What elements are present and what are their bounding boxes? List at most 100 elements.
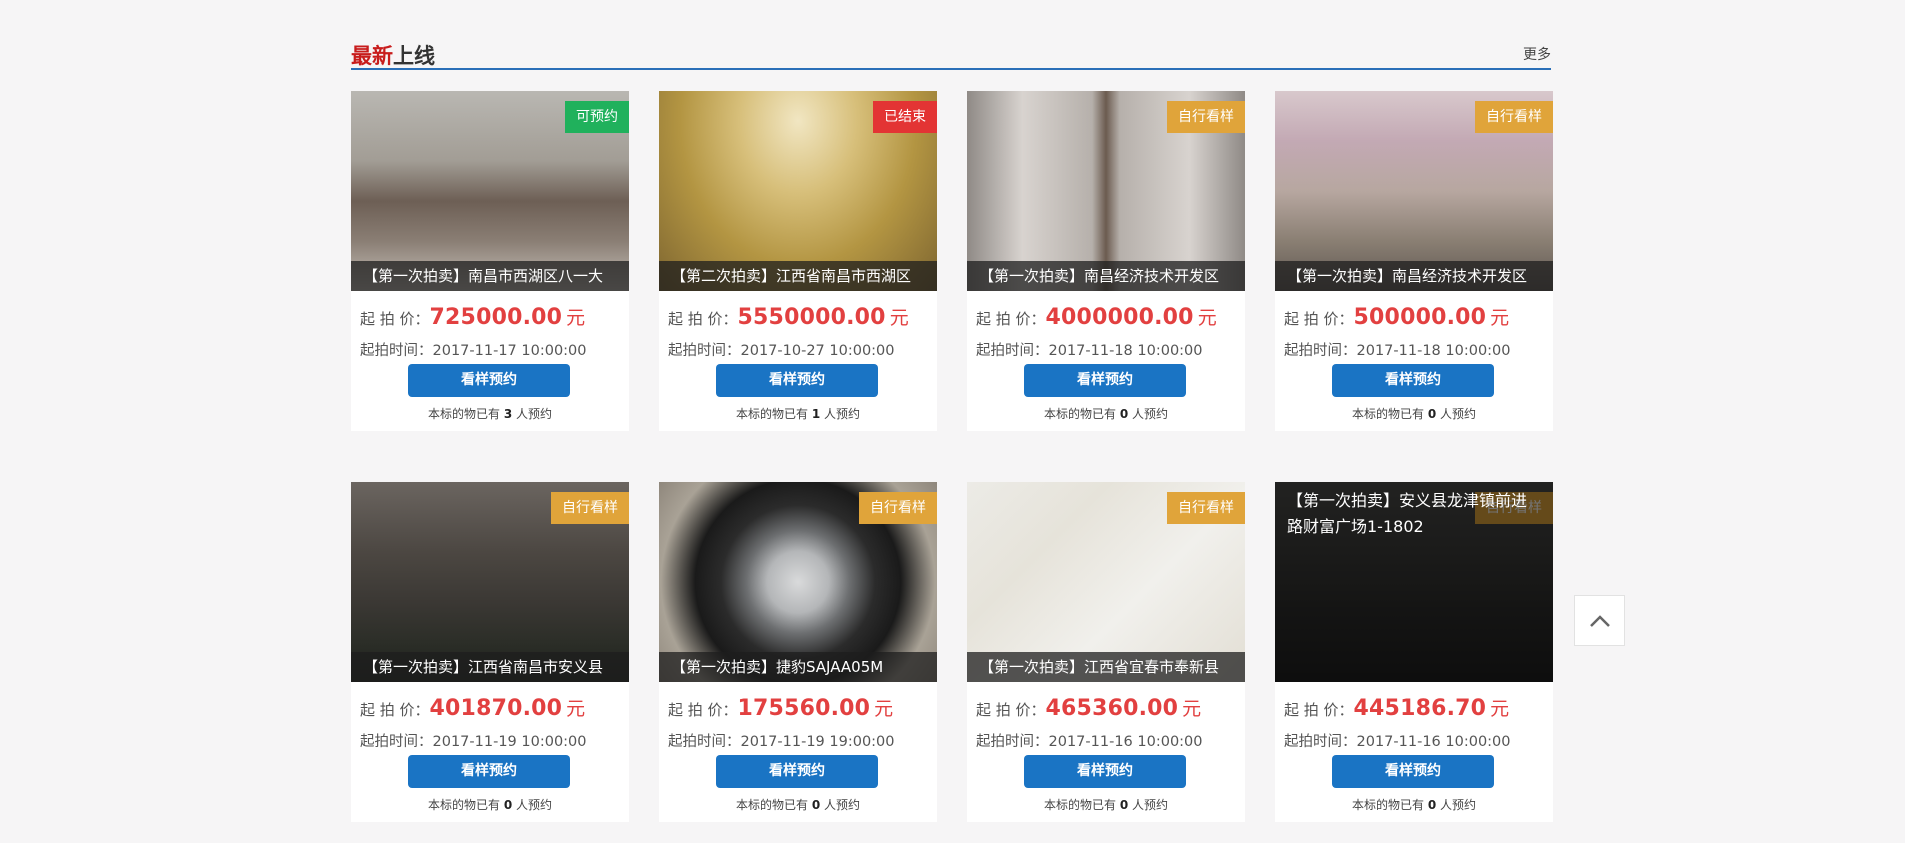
- view-appointment-button[interactable]: 看样预约: [408, 364, 570, 397]
- view-appointment-button[interactable]: 看样预约: [408, 755, 570, 788]
- count-prefix: 本标的物已有: [1043, 798, 1116, 812]
- card-caption[interactable]: 【第一次拍卖】南昌经济技术开发区: [1275, 261, 1553, 291]
- count-value: 0: [1427, 798, 1437, 812]
- card-image[interactable]: 自行看样 【第一次拍卖】江西省南昌市安义县: [351, 482, 629, 682]
- time-row: 起拍时间：2017-11-16 10:00:00: [976, 730, 1203, 751]
- card-caption[interactable]: 【第一次拍卖】南昌经济技术开发区: [967, 261, 1245, 291]
- status-badge: 自行看样: [551, 492, 629, 524]
- card-caption[interactable]: 【第二次拍卖】江西省南昌市西湖区: [659, 261, 937, 291]
- time-value: 2017-11-16 10:00:00: [1356, 734, 1511, 750]
- view-appointment-button[interactable]: 看样预约: [1024, 364, 1186, 397]
- time-label: 起拍时间：: [1284, 734, 1357, 750]
- view-appointment-button[interactable]: 看样预约: [1332, 755, 1494, 788]
- listing-card[interactable]: 可预约 【第一次拍卖】南昌市西湖区八一大 起 拍 价：725000.00 元 起拍…: [351, 91, 629, 431]
- appointment-count: 本标的物已有 0 人预约: [1275, 405, 1553, 422]
- listing-card[interactable]: 自行看样 【第一次拍卖】南昌经济技术开发区 起 拍 价：4000000.00 元 …: [967, 91, 1245, 431]
- listing-card[interactable]: 已结束 【第二次拍卖】江西省南昌市西湖区 起 拍 价：5550000.00 元 起…: [659, 91, 937, 431]
- count-prefix: 本标的物已有: [735, 798, 808, 812]
- price-unit: 元: [1490, 307, 1510, 329]
- back-to-top-button[interactable]: [1574, 595, 1625, 646]
- count-prefix: 本标的物已有: [735, 407, 808, 421]
- time-row: 起拍时间：2017-11-16 10:00:00: [1284, 730, 1511, 751]
- time-value: 2017-10-27 10:00:00: [740, 343, 895, 359]
- time-value: 2017-11-18 10:00:00: [1048, 343, 1203, 359]
- count-value: 1: [811, 407, 821, 421]
- count-suffix: 人预约: [1440, 798, 1477, 812]
- card-image[interactable]: 自行看样 【第一次拍卖】江西省宜春市奉新县: [967, 482, 1245, 682]
- listing-card[interactable]: 自行看样 【第一次拍卖】江西省南昌市安义县 起 拍 价：401870.00 元 起…: [351, 482, 629, 822]
- listing-card[interactable]: 自行看样 【第一次拍卖】捷豹SAJAA05M 起 拍 价：175560.00 元 …: [659, 482, 937, 822]
- time-row: 起拍时间：2017-11-18 10:00:00: [1284, 339, 1511, 360]
- view-appointment-button[interactable]: 看样预约: [1024, 755, 1186, 788]
- time-value: 2017-11-19 19:00:00: [740, 734, 895, 750]
- appointment-count: 本标的物已有 1 人预约: [659, 405, 937, 422]
- view-appointment-button[interactable]: 看样预约: [716, 755, 878, 788]
- time-row: 起拍时间：2017-10-27 10:00:00: [668, 339, 895, 360]
- time-row: 起拍时间：2017-11-18 10:00:00: [976, 339, 1203, 360]
- count-value: 0: [811, 798, 821, 812]
- section-title-accent: 最新: [351, 44, 393, 68]
- card-image[interactable]: 可预约 【第一次拍卖】南昌市西湖区八一大: [351, 91, 629, 291]
- price-row: 起 拍 价：500000.00 元: [1284, 303, 1509, 330]
- card-caption[interactable]: 【第一次拍卖】江西省宜春市奉新县: [967, 652, 1245, 682]
- price-label: 起 拍 价：: [668, 310, 738, 328]
- price-label: 起 拍 价：: [360, 310, 430, 328]
- time-label: 起拍时间：: [976, 343, 1049, 359]
- appointment-count: 本标的物已有 3 人预约: [351, 405, 629, 422]
- price-row: 起 拍 价：4000000.00 元: [976, 303, 1217, 330]
- price-label: 起 拍 价：: [1284, 310, 1354, 328]
- card-image[interactable]: 自行看样 【第一次拍卖】南昌经济技术开发区: [1275, 91, 1553, 291]
- count-suffix: 人预约: [516, 407, 553, 421]
- price-value: 445186.70: [1353, 696, 1487, 721]
- status-badge: 自行看样: [1475, 101, 1553, 133]
- count-prefix: 本标的物已有: [1043, 407, 1116, 421]
- time-row: 起拍时间：2017-11-17 10:00:00: [360, 339, 587, 360]
- section-title-rest: 上线: [393, 44, 435, 68]
- price-row: 起 拍 价：401870.00 元: [360, 694, 585, 721]
- time-label: 起拍时间：: [976, 734, 1049, 750]
- card-caption[interactable]: 【第一次拍卖】南昌市西湖区八一大: [351, 261, 629, 291]
- price-value: 500000.00: [1353, 305, 1487, 330]
- card-caption[interactable]: 【第一次拍卖】捷豹SAJAA05M: [659, 652, 937, 682]
- card-image[interactable]: 已结束 【第二次拍卖】江西省南昌市西湖区: [659, 91, 937, 291]
- status-badge: 已结束: [873, 101, 937, 133]
- count-prefix: 本标的物已有: [1351, 407, 1424, 421]
- time-row: 起拍时间：2017-11-19 10:00:00: [360, 730, 587, 751]
- price-row: 起 拍 价：725000.00 元: [360, 303, 585, 330]
- latest-section: 最新上线 更多 可预约 【第一次拍卖】南昌市西湖区八一大 起 拍 价：72500…: [351, 36, 1553, 822]
- count-value: 0: [1119, 407, 1129, 421]
- price-label: 起 拍 价：: [1284, 701, 1354, 719]
- time-value: 2017-11-18 10:00:00: [1356, 343, 1511, 359]
- appointment-count: 本标的物已有 0 人预约: [659, 796, 937, 813]
- time-row: 起拍时间：2017-11-19 19:00:00: [668, 730, 895, 751]
- price-value: 725000.00: [429, 305, 563, 330]
- count-suffix: 人预约: [1132, 407, 1169, 421]
- listing-card[interactable]: 自行看样 【第一次拍卖】南昌经济技术开发区 起 拍 价：500000.00 元 起…: [1275, 91, 1553, 431]
- status-badge: 自行看样: [859, 492, 937, 524]
- time-value: 2017-11-16 10:00:00: [1048, 734, 1203, 750]
- count-value: 3: [503, 407, 513, 421]
- card-image[interactable]: 自行看样 【第一次拍卖】安义县龙津镇前进路财富广场1-1802: [1275, 482, 1553, 682]
- price-row: 起 拍 价：5550000.00 元: [668, 303, 909, 330]
- listing-card[interactable]: 自行看样 【第一次拍卖】江西省宜春市奉新县 起 拍 价：465360.00 元 起…: [967, 482, 1245, 822]
- appointment-count: 本标的物已有 0 人预约: [967, 796, 1245, 813]
- appointment-count: 本标的物已有 0 人预约: [967, 405, 1245, 422]
- card-image[interactable]: 自行看样 【第一次拍卖】捷豹SAJAA05M: [659, 482, 937, 682]
- count-value: 0: [1427, 407, 1437, 421]
- price-unit: 元: [874, 698, 894, 720]
- view-appointment-button[interactable]: 看样预约: [716, 364, 878, 397]
- time-label: 起拍时间：: [1284, 343, 1357, 359]
- price-unit: 元: [566, 698, 586, 720]
- status-badge: 可预约: [565, 101, 629, 133]
- listing-card[interactable]: 自行看样 【第一次拍卖】安义县龙津镇前进路财富广场1-1802 起 拍 价：44…: [1275, 482, 1553, 822]
- status-badge: 自行看样: [1167, 492, 1245, 524]
- price-value: 401870.00: [429, 696, 563, 721]
- view-appointment-button[interactable]: 看样预约: [1332, 364, 1494, 397]
- time-label: 起拍时间：: [360, 343, 433, 359]
- card-caption[interactable]: 【第一次拍卖】江西省南昌市安义县: [351, 652, 629, 682]
- card-image[interactable]: 自行看样 【第一次拍卖】南昌经济技术开发区: [967, 91, 1245, 291]
- more-link[interactable]: 更多: [1523, 44, 1551, 64]
- price-value: 465360.00: [1045, 696, 1179, 721]
- count-suffix: 人预约: [1132, 798, 1169, 812]
- appointment-count: 本标的物已有 0 人预约: [1275, 796, 1553, 813]
